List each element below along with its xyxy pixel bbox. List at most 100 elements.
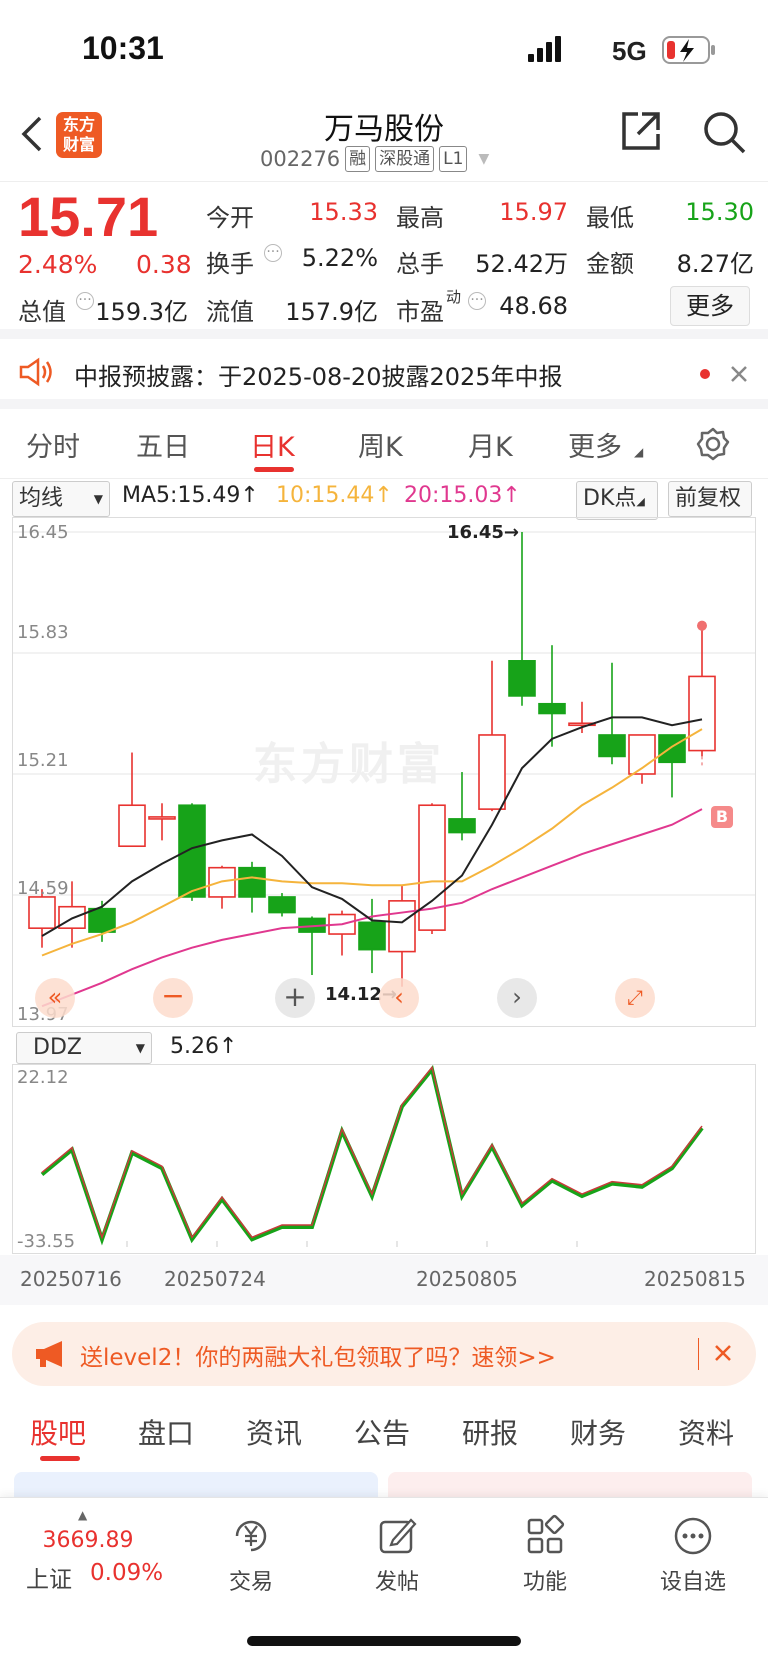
- chevron-down-icon: ◢: [636, 495, 645, 508]
- chevron-down-icon: ▼: [135, 1041, 145, 1055]
- nav-functions[interactable]: 功能: [490, 1514, 600, 1596]
- zoom-in-button[interactable]: +: [275, 978, 315, 1018]
- tab-research[interactable]: 研报: [462, 1412, 518, 1452]
- high-dot: [697, 620, 707, 631]
- indicator-select-label: 均线: [19, 486, 64, 511]
- adjust-select[interactable]: 前复权: [668, 481, 752, 517]
- stock-header: 东方 财富 万马股份 002276 融 深股通 L1 ▼: [0, 100, 768, 182]
- high-annotation: 16.45→: [447, 522, 520, 543]
- quote-panel: 15.71 2.48% 0.38 总值 ··· 159.3亿 今开 15.33 …: [0, 182, 768, 339]
- promo-banner[interactable]: 送level2！你的两融大礼包领取了吗？速领>>: [12, 1322, 756, 1386]
- status-time: 10:31: [82, 30, 164, 66]
- pe-value: 48.68: [499, 292, 568, 320]
- buy-marker[interactable]: B: [711, 806, 733, 828]
- gear-icon[interactable]: [696, 427, 730, 461]
- tab-more[interactable]: 更多: [568, 425, 622, 464]
- unread-dot: [700, 369, 710, 379]
- current-price: 15.71: [18, 185, 159, 248]
- nav-post[interactable]: 发帖: [342, 1514, 452, 1596]
- candle-body: [268, 896, 296, 914]
- float-value: 157.9亿: [285, 298, 378, 326]
- info-icon[interactable]: ···: [468, 292, 486, 310]
- volume-value: 52.42万: [475, 250, 568, 278]
- scroll-left-button[interactable]: ‹: [379, 978, 419, 1018]
- candle-body: [88, 907, 116, 933]
- ddz-signal-line: [41, 1065, 703, 1240]
- zoom-out-button[interactable]: −: [153, 978, 193, 1018]
- volume-label: 总手: [396, 250, 444, 278]
- high-value: 15.97: [499, 198, 568, 226]
- change-percent: 2.48%: [18, 250, 98, 279]
- pe-label: 市盈: [396, 298, 444, 326]
- close-icon[interactable]: [730, 365, 748, 383]
- ddz-select[interactable]: DDZ ▼: [16, 1032, 152, 1064]
- candle-body: [28, 896, 56, 929]
- kline-chart[interactable]: 东方财富 16.45 15.83 15.21 14.59 13.97 16.45…: [12, 517, 756, 1027]
- signal-icon: [528, 36, 561, 62]
- tab-news[interactable]: 资讯: [246, 1412, 302, 1452]
- low-value: 15.30: [685, 198, 754, 226]
- speaker-icon: [19, 357, 52, 387]
- info-icon[interactable]: ···: [76, 292, 94, 310]
- nav-add-watchlist[interactable]: 设自选: [638, 1514, 748, 1596]
- tag-connect: 深股通: [375, 146, 435, 172]
- info-icon[interactable]: ···: [264, 244, 282, 262]
- candle-body: [148, 816, 176, 820]
- content-tabs: 股吧 盘口 资讯 公告 研报 财务 资料: [0, 1398, 768, 1466]
- candle-body: [388, 900, 416, 953]
- turnover-label: 换手: [206, 250, 254, 278]
- ddz-select-label: DDZ: [33, 1035, 82, 1060]
- candle-body: [238, 866, 266, 898]
- candle-body: [358, 921, 386, 951]
- tab-announcements[interactable]: 公告: [354, 1412, 410, 1452]
- amount-value: 8.27亿: [676, 250, 754, 278]
- tab-profile[interactable]: 资料: [678, 1412, 734, 1452]
- more-button[interactable]: 更多: [670, 286, 750, 326]
- ddz-axis-top: 22.12: [17, 1067, 69, 1088]
- grid-icon: [527, 1514, 565, 1554]
- tab-guba[interactable]: 股吧: [30, 1412, 86, 1452]
- nav-trade[interactable]: 交易: [196, 1514, 306, 1596]
- scroll-start-button[interactable]: «: [35, 978, 75, 1018]
- index-value[interactable]: 3669.89: [40, 1528, 136, 1553]
- total-value-label: 总值: [18, 298, 66, 326]
- nav-trade-label: 交易: [228, 1570, 273, 1595]
- notice-bar[interactable]: 中报预披露：于2025-08-20披露2025年中报: [0, 339, 768, 409]
- promo-text: 送level2！你的两融大礼包领取了吗？速领>>: [80, 1345, 556, 1371]
- candle-body: [688, 675, 716, 752]
- fullscreen-icon[interactable]: ⤢: [615, 978, 655, 1018]
- indicator-select[interactable]: 均线 ▼: [12, 481, 110, 517]
- ma-legend-bar: 均线 ▼ MA5:15.49↑ 10:15.44↑ 20:15.03↑ DK点◢…: [0, 479, 768, 520]
- y-axis-label: 16.45: [17, 522, 69, 543]
- divider: [698, 1338, 699, 1370]
- megaphone-icon: [36, 1341, 62, 1367]
- chevron-down-icon[interactable]: ▼: [478, 151, 489, 167]
- scroll-right-button[interactable]: ›: [497, 978, 537, 1018]
- candle-body: [658, 734, 686, 764]
- tab-finance[interactable]: 财务: [570, 1412, 626, 1452]
- candle-body: [508, 660, 536, 697]
- tab-monthly-k[interactable]: 月K: [468, 425, 513, 464]
- tab-weekly-k[interactable]: 周K: [358, 425, 403, 464]
- tab-daily-k[interactable]: 日K: [250, 425, 295, 464]
- tab-five-day[interactable]: 五日: [136, 425, 190, 464]
- ddz-chart[interactable]: 22.12 -33.55: [12, 1064, 756, 1254]
- active-tab-indicator: [40, 1456, 80, 1461]
- share-icon[interactable]: [618, 108, 664, 154]
- tag-margin: 融: [345, 146, 371, 172]
- candle-body: [448, 818, 476, 834]
- network-type: 5G: [612, 36, 647, 66]
- tab-pankou[interactable]: 盘口: [138, 1412, 194, 1452]
- candle-body: [598, 734, 626, 758]
- ma10-value: 10:15.44↑: [276, 483, 393, 508]
- y-axis-label: 15.21: [17, 750, 69, 771]
- stock-code: 002276: [260, 147, 341, 171]
- open-value: 15.33: [309, 198, 378, 226]
- tab-intraday[interactable]: 分时: [26, 425, 80, 464]
- turnover-value: 5.22%: [301, 244, 378, 272]
- search-icon[interactable]: [700, 108, 748, 156]
- dk-point-select[interactable]: DK点◢: [576, 481, 658, 520]
- candle-body: [118, 804, 146, 848]
- high-label: 最高: [396, 204, 444, 232]
- close-icon[interactable]: [714, 1344, 732, 1362]
